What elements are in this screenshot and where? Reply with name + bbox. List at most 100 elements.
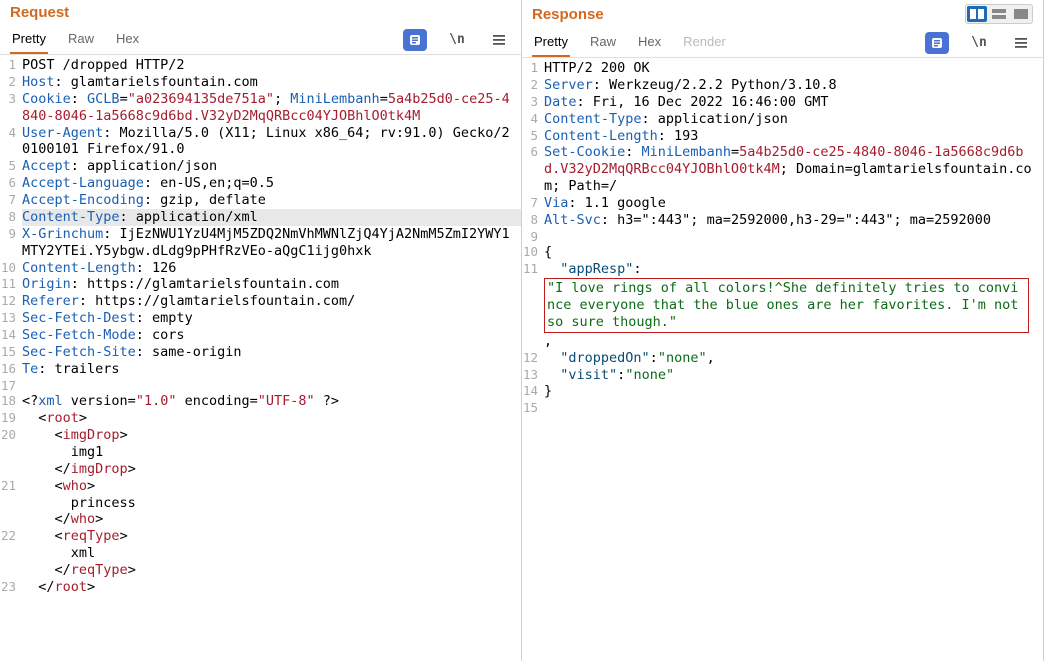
code-line: 10Content-Length: 126 bbox=[0, 260, 521, 277]
code-line: 21 <who> princess </who> bbox=[0, 478, 521, 529]
line-content: { bbox=[544, 244, 1043, 261]
line-content: Content-Type: application/xml bbox=[22, 209, 521, 226]
line-number: 22 bbox=[0, 528, 22, 544]
response-body[interactable]: 1HTTP/2 200 OK2Server: Werkzeug/2.2.2 Py… bbox=[522, 58, 1043, 661]
menu-button[interactable] bbox=[1009, 32, 1033, 54]
line-number: 17 bbox=[0, 378, 22, 394]
code-line: 4User-Agent: Mozilla/5.0 (X11; Linux x86… bbox=[0, 125, 521, 159]
tab-raw[interactable]: Raw bbox=[66, 25, 96, 54]
code-line: 8Alt-Svc: h3=":443"; ma=2592000,h3-29=":… bbox=[522, 212, 1043, 229]
menu-button[interactable] bbox=[487, 29, 511, 51]
line-number: 10 bbox=[0, 260, 22, 276]
response-panel: Response Pretty Raw Hex Render \n 1HTTP/… bbox=[522, 0, 1044, 661]
line-content: Set-Cookie: MiniLembanh=5a4b25d0-ce25-48… bbox=[544, 144, 1043, 195]
split-horizontal-icon bbox=[992, 9, 1006, 19]
code-line: 8Content-Type: application/xml bbox=[0, 209, 521, 226]
line-content: <who> princess </who> bbox=[22, 478, 521, 529]
code-line: 14} bbox=[522, 383, 1043, 400]
format-button[interactable] bbox=[403, 29, 427, 51]
tab-pretty[interactable]: Pretty bbox=[10, 25, 48, 54]
line-number: 21 bbox=[0, 478, 22, 494]
split-vertical-icon bbox=[970, 9, 984, 19]
code-line: 11 "appResp": "I love rings of all color… bbox=[522, 261, 1043, 349]
code-line: 19 <root> bbox=[0, 410, 521, 427]
code-line: 7Via: 1.1 google bbox=[522, 195, 1043, 212]
tab-hex[interactable]: Hex bbox=[114, 25, 141, 54]
line-number: 12 bbox=[522, 350, 544, 366]
line-content: Cookie: GCLB="a023694135de751a"; MiniLem… bbox=[22, 91, 521, 125]
code-line: 5Accept: application/json bbox=[0, 158, 521, 175]
tab-pretty[interactable]: Pretty bbox=[532, 28, 570, 57]
request-body[interactable]: 1POST /dropped HTTP/22Host: glamtarielsf… bbox=[0, 55, 521, 661]
line-number: 7 bbox=[522, 195, 544, 211]
tab-render[interactable]: Render bbox=[681, 28, 728, 57]
code-line: 16Te: trailers bbox=[0, 361, 521, 378]
newline-toggle[interactable]: \n bbox=[967, 32, 991, 54]
layout-split-horizontal[interactable] bbox=[989, 6, 1009, 22]
line-number: 8 bbox=[522, 212, 544, 228]
line-number: 5 bbox=[522, 128, 544, 144]
line-content: Te: trailers bbox=[22, 361, 521, 378]
line-number: 4 bbox=[0, 125, 22, 141]
newline-toggle[interactable]: \n bbox=[445, 29, 469, 51]
code-line: 11Origin: https://glamtarielsfountain.co… bbox=[0, 276, 521, 293]
code-line: 18<?xml version="1.0" encoding="UTF-8" ?… bbox=[0, 393, 521, 410]
line-number: 10 bbox=[522, 244, 544, 260]
line-number: 16 bbox=[0, 361, 22, 377]
line-content: </root> bbox=[22, 579, 521, 596]
tab-hex[interactable]: Hex bbox=[636, 28, 663, 57]
line-number: 15 bbox=[522, 400, 544, 416]
line-content: Host: glamtarielsfountain.com bbox=[22, 74, 521, 91]
highlight-box: "I love rings of all colors!^She definit… bbox=[544, 278, 1029, 333]
layout-split-vertical[interactable] bbox=[967, 6, 987, 22]
code-line: 14Sec-Fetch-Mode: cors bbox=[0, 327, 521, 344]
response-title: Response bbox=[532, 6, 604, 23]
line-content: POST /dropped HTTP/2 bbox=[22, 57, 521, 74]
line-number: 13 bbox=[0, 310, 22, 326]
line-number: 19 bbox=[0, 410, 22, 426]
menu-icon bbox=[492, 33, 506, 47]
format-button[interactable] bbox=[925, 32, 949, 54]
line-content: User-Agent: Mozilla/5.0 (X11; Linux x86_… bbox=[22, 125, 521, 159]
code-line: 1POST /dropped HTTP/2 bbox=[0, 57, 521, 74]
code-line: 4Content-Type: application/json bbox=[522, 111, 1043, 128]
line-content: Sec-Fetch-Dest: empty bbox=[22, 310, 521, 327]
code-line: 23 </root> bbox=[0, 579, 521, 596]
line-number: 20 bbox=[0, 427, 22, 443]
code-line: 13 "visit":"none" bbox=[522, 367, 1043, 384]
line-content: Via: 1.1 google bbox=[544, 195, 1043, 212]
document-icon bbox=[408, 33, 422, 47]
code-line: 12Referer: https://glamtarielsfountain.c… bbox=[0, 293, 521, 310]
line-content: Content-Length: 126 bbox=[22, 260, 521, 277]
line-content: Sec-Fetch-Mode: cors bbox=[22, 327, 521, 344]
line-number: 11 bbox=[0, 276, 22, 292]
code-line: 5Content-Length: 193 bbox=[522, 128, 1043, 145]
request-tabs: Pretty Raw Hex \n bbox=[0, 21, 521, 55]
line-content: Alt-Svc: h3=":443"; ma=2592000,h3-29=":4… bbox=[544, 212, 1043, 229]
line-number: 8 bbox=[0, 209, 22, 225]
menu-icon bbox=[1014, 36, 1028, 50]
code-line: 20 <imgDrop> img1 </imgDrop> bbox=[0, 427, 521, 478]
document-icon bbox=[930, 36, 944, 50]
line-content: X-Grinchum: IjEzNWU1YzU4MjM5ZDQ2NmVhMWNl… bbox=[22, 226, 521, 260]
line-number: 9 bbox=[0, 226, 22, 242]
line-number: 7 bbox=[0, 192, 22, 208]
code-line: 7Accept-Encoding: gzip, deflate bbox=[0, 192, 521, 209]
line-number: 18 bbox=[0, 393, 22, 409]
line-content: "appResp": "I love rings of all colors!^… bbox=[544, 261, 1043, 349]
line-content: <reqType> xml </reqType> bbox=[22, 528, 521, 579]
line-content: Accept: application/json bbox=[22, 158, 521, 175]
tab-raw[interactable]: Raw bbox=[588, 28, 618, 57]
code-line: 17 bbox=[0, 378, 521, 394]
line-content: <?xml version="1.0" encoding="UTF-8" ?> bbox=[22, 393, 521, 410]
code-line: 3Cookie: GCLB="a023694135de751a"; MiniLe… bbox=[0, 91, 521, 125]
layout-single[interactable] bbox=[1011, 6, 1031, 22]
code-line: 22 <reqType> xml </reqType> bbox=[0, 528, 521, 579]
code-line: 10{ bbox=[522, 244, 1043, 261]
code-line: 3Date: Fri, 16 Dec 2022 16:46:00 GMT bbox=[522, 94, 1043, 111]
code-line: 6Accept-Language: en-US,en;q=0.5 bbox=[0, 175, 521, 192]
code-line: 9 bbox=[522, 229, 1043, 245]
code-line: 13Sec-Fetch-Dest: empty bbox=[0, 310, 521, 327]
code-line: 15Sec-Fetch-Site: same-origin bbox=[0, 344, 521, 361]
line-number: 5 bbox=[0, 158, 22, 174]
